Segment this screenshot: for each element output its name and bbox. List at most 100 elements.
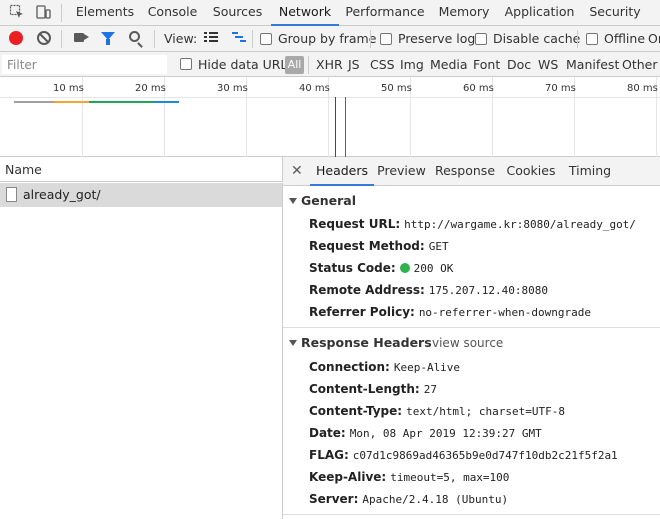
view-label: View: [164, 31, 198, 46]
header-value: Apache/2.4.18 (Ubuntu) [362, 493, 509, 506]
header-row: Status Code: 200 OK [309, 257, 453, 279]
filter-type-manifest[interactable]: Manifest [566, 52, 619, 77]
header-value: 200 OK [413, 262, 454, 275]
overview-bar-connect [54, 101, 89, 103]
overview-tick-label: 80 ms [627, 83, 658, 94]
capture-screenshots-icon[interactable] [74, 33, 89, 42]
group-by-frame-label: Group by frame [278, 31, 377, 46]
hide-data-urls-checkbox[interactable] [180, 58, 192, 70]
tab-cookies[interactable]: Cookies [501, 157, 561, 186]
toolbar-divider [308, 56, 309, 74]
filter-type-font[interactable]: Font [473, 52, 500, 77]
filter-type-other[interactable]: Other [622, 52, 658, 77]
general-section-header[interactable]: General [283, 190, 660, 212]
devtools-tabbar: Elements Console Sources Network Perform… [0, 0, 660, 26]
tab-security[interactable]: Security [582, 0, 648, 26]
toolbar-divider [577, 30, 578, 48]
header-key: Request Method: [309, 239, 425, 253]
overview-tick-label: 20 ms [135, 83, 166, 94]
filter-type-ws[interactable]: WS [538, 52, 558, 77]
overview-tick-label: 50 ms [381, 83, 412, 94]
inspect-element-icon[interactable] [8, 4, 26, 22]
header-key: Status Code: [309, 261, 396, 275]
request-name: already_got/ [23, 187, 101, 202]
header-value: Keep-Alive [393, 361, 461, 374]
group-by-frame-checkbox[interactable] [260, 33, 272, 45]
dom-content-loaded-marker [335, 97, 336, 157]
filter-type-css[interactable]: CSS [370, 52, 395, 77]
waterfall-icon[interactable] [230, 30, 248, 48]
header-key: Referrer Policy: [309, 305, 415, 319]
tab-elements[interactable]: Elements [69, 0, 141, 26]
response-headers-section-header[interactable]: Response Headers view source [283, 332, 660, 354]
tab-response[interactable]: Response [429, 157, 501, 186]
filter-type-xhr[interactable]: XHR [316, 52, 343, 77]
filter-type-media[interactable]: Media [430, 52, 468, 77]
header-row: FLAG: c07d1c9869ad46365b9e0d747f10db2c21f… [309, 444, 618, 466]
offline-label: Offline [604, 31, 646, 46]
header-row: Keep-Alive: timeout=5, max=100 [309, 466, 509, 488]
header-row: Request URL: http://wargame.kr:8080/alrea… [309, 213, 636, 235]
overview-tick-label: 40 ms [299, 83, 330, 94]
header-key: Connection: [309, 360, 390, 374]
filter-icon[interactable] [101, 32, 115, 45]
tab-memory[interactable]: Memory [431, 0, 497, 26]
tab-headers[interactable]: Headers [310, 157, 374, 186]
header-value: no-referrer-when-downgrade [418, 306, 591, 319]
tab-performance[interactable]: Performance [339, 0, 431, 26]
expand-triangle-icon [289, 340, 297, 346]
network-toolbar: View: Group by frame Preserve log Disabl… [0, 26, 660, 52]
header-row: Request Method: GET [309, 235, 449, 257]
header-row: Date: Mon, 08 Apr 2019 12:39:27 GMT [309, 422, 542, 444]
filter-type-img[interactable]: Img [400, 52, 424, 77]
header-row: Content-Type: text/html; charset=UTF-8 [309, 400, 565, 422]
hide-data-urls-label: Hide data URLs [198, 57, 294, 72]
close-icon[interactable]: ✕ [291, 157, 303, 185]
overview-tick-label: 60 ms [463, 83, 494, 94]
name-column-header[interactable]: Name [0, 157, 283, 182]
overview-bar-waiting [89, 101, 154, 103]
toolbar-divider [370, 30, 371, 48]
tab-network[interactable]: Network [271, 0, 339, 26]
header-row: Connection: Keep-Alive [309, 356, 460, 378]
overview-tick-label: 70 ms [545, 83, 576, 94]
view-source-link[interactable]: view source [432, 332, 503, 354]
tab-sources[interactable]: Sources [204, 0, 271, 26]
overview-tick-label: 30 ms [217, 83, 248, 94]
preserve-log-checkbox[interactable] [380, 33, 392, 45]
header-row: Remote Address: 175.207.12.40:8080 [309, 279, 548, 301]
filter-type-doc[interactable]: Doc [507, 52, 531, 77]
toolbar-divider [252, 30, 253, 48]
overview-bar-download [154, 101, 179, 103]
filter-type-js[interactable]: JS [348, 52, 360, 77]
header-value: text/html; charset=UTF-8 [406, 405, 566, 418]
search-icon[interactable] [129, 31, 140, 42]
timeline-overview[interactable]: 10 ms 20 ms 30 ms 40 ms 50 ms 60 ms 70 m… [0, 77, 660, 157]
filter-type-all[interactable]: All [285, 56, 304, 74]
general-title: General [301, 193, 356, 208]
offline-checkbox[interactable] [586, 33, 598, 45]
expand-triangle-icon [289, 198, 297, 204]
load-event-marker [345, 97, 346, 157]
filter-bar: Hide data URLs All XHR JS CSS Img Media … [0, 52, 660, 77]
tab-timing[interactable]: Timing [561, 157, 619, 186]
tab-console[interactable]: Console [141, 0, 204, 26]
record-icon[interactable] [9, 31, 23, 45]
header-key: Keep-Alive: [309, 470, 387, 484]
clear-icon[interactable] [37, 31, 51, 45]
large-rows-icon[interactable] [202, 30, 220, 48]
header-row: Server: Apache/2.4.18 (Ubuntu) [309, 488, 508, 510]
device-toolbar-icon[interactable] [34, 4, 52, 22]
status-ok-icon [399, 263, 410, 273]
tab-preview[interactable]: Preview [374, 157, 429, 186]
section-divider [283, 327, 660, 328]
tab-application[interactable]: Application [497, 0, 582, 26]
header-value: GET [428, 240, 449, 253]
header-key: Content-Type: [309, 404, 403, 418]
throttling-select[interactable]: Or [648, 26, 660, 52]
header-value: timeout=5, max=100 [390, 471, 510, 484]
disable-cache-checkbox[interactable] [475, 33, 487, 45]
header-key: Remote Address: [309, 283, 425, 297]
filter-input[interactable] [2, 55, 167, 74]
request-row[interactable]: already_got/ [0, 183, 283, 207]
